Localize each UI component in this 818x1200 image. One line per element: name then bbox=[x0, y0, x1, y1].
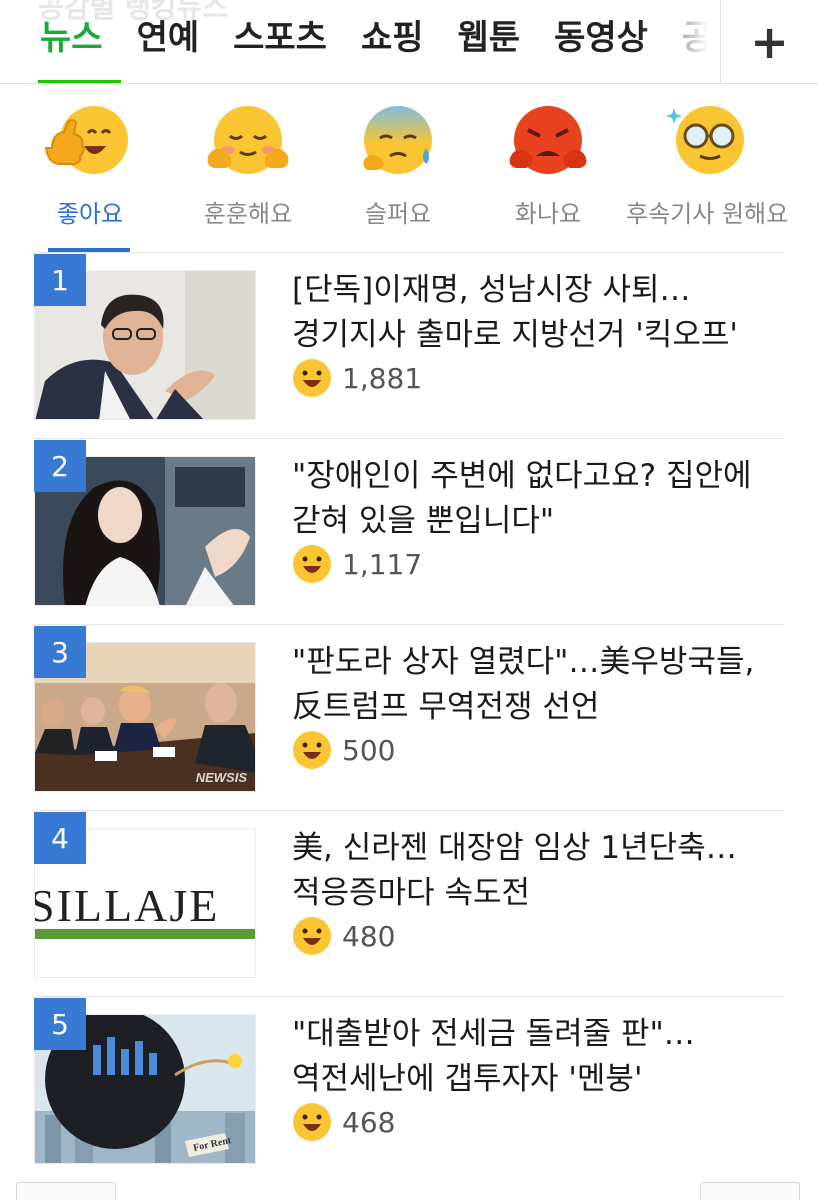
reaction-count: 1,117 bbox=[342, 547, 423, 581]
tab-webtoon[interactable]: 웹툰 bbox=[458, 0, 521, 83]
reaction-label: 화나요 bbox=[514, 200, 582, 228]
reaction-follow-up[interactable]: 후속기사 원해요 bbox=[626, 88, 789, 229]
rank-badge: 4 bbox=[34, 812, 86, 864]
article-title[interactable]: [단독]이재명, 성남시장 사퇴…경기지사 출마로 지방선거 '킥오프' bbox=[292, 268, 784, 358]
article-item-2[interactable]: 2 "장애인이 주변에 없다고요? 집안에 갇혀 있을 뿐입니다" 1,117 bbox=[34, 440, 784, 626]
reaction-like[interactable]: 좋아요 bbox=[10, 88, 170, 229]
reaction-count: 500 bbox=[342, 733, 396, 767]
section-divider bbox=[34, 252, 784, 253]
reaction-label: 좋아요 bbox=[56, 200, 124, 228]
reaction-count: 480 bbox=[342, 919, 396, 953]
article-item-3[interactable]: NEWSIS 3 "판도라 상자 열렸다"…美우방국들,反트럼프 무역전쟁 선언… bbox=[34, 626, 784, 812]
reaction-label: 훈훈해요 bbox=[203, 200, 293, 228]
reaction-filter: 좋아요 훈훈해요 슬퍼요 화나요 후속기사 원해요 bbox=[0, 88, 818, 254]
reaction-count-row: 500 bbox=[292, 730, 395, 770]
tab-shopping[interactable]: 쇼핑 bbox=[361, 0, 424, 83]
like-smiley-icon bbox=[293, 545, 331, 583]
reaction-sad[interactable]: 슬퍼요 bbox=[318, 88, 478, 229]
add-tab-button[interactable]: + bbox=[720, 0, 818, 83]
photo-watermark: NEWSIS bbox=[195, 770, 247, 785]
list-divider bbox=[34, 996, 784, 997]
reaction-warm[interactable]: 훈훈해요 bbox=[168, 88, 328, 229]
list-divider bbox=[34, 624, 784, 625]
sad-smiley-icon bbox=[363, 106, 432, 174]
article-title[interactable]: "대출받아 전세금 돌려줄 판"… 역전세난에 갭투자자 '멘붕' bbox=[292, 1012, 784, 1102]
glasses-smiley-icon bbox=[666, 106, 744, 174]
company-logo-text: SILLAJE bbox=[34, 880, 220, 931]
tab-entertainment[interactable]: 연예 bbox=[137, 0, 200, 83]
plus-icon: + bbox=[750, 15, 789, 69]
reaction-label: 슬퍼요 bbox=[364, 200, 432, 228]
reaction-count-row: 468 bbox=[292, 1102, 395, 1142]
tab-fade-overlay bbox=[640, 0, 720, 83]
list-divider bbox=[34, 438, 784, 439]
reaction-label: 후속기사 원해요 bbox=[626, 200, 789, 228]
rank-badge: 5 bbox=[34, 998, 86, 1050]
tabs-scroll: 뉴스 연예 스포츠 쇼핑 웹툰 동영상 공연 bbox=[0, 0, 720, 83]
article-title[interactable]: "판도라 상자 열렸다"…美우방국들,反트럼프 무역전쟁 선언 bbox=[292, 640, 784, 730]
like-smiley-icon bbox=[293, 917, 331, 955]
article-title[interactable]: "장애인이 주변에 없다고요? 집안에 갇혀 있을 뿐입니다" bbox=[292, 454, 784, 544]
article-item-1[interactable]: 1 [단독]이재명, 성남시장 사퇴…경기지사 출마로 지방선거 '킥오프' 1… bbox=[34, 254, 784, 440]
rank-badge: 1 bbox=[34, 254, 86, 306]
like-smiley-icon bbox=[293, 1103, 331, 1141]
warm-smiley-icon bbox=[207, 106, 289, 174]
tab-sports[interactable]: 스포츠 bbox=[233, 0, 327, 83]
rank-badge: 2 bbox=[34, 440, 86, 492]
next-page-button[interactable] bbox=[700, 1182, 800, 1200]
reaction-angry[interactable]: 화나요 bbox=[468, 88, 628, 229]
rank-badge: 3 bbox=[34, 626, 86, 678]
like-smiley-icon bbox=[293, 359, 331, 397]
tab-news[interactable]: 뉴스 bbox=[38, 0, 121, 83]
article-title[interactable]: 美, 신라젠 대장암 임상 1년단축… 적응증마다 속도전 bbox=[292, 826, 784, 916]
reaction-count: 1,881 bbox=[342, 361, 423, 395]
prev-page-button[interactable] bbox=[16, 1182, 116, 1200]
reaction-count-row: 1,117 bbox=[292, 544, 422, 584]
like-smiley-icon bbox=[293, 731, 331, 769]
list-divider bbox=[34, 810, 784, 811]
thumbs-up-smiley-icon bbox=[44, 106, 128, 174]
reaction-count: 468 bbox=[342, 1105, 396, 1139]
article-item-5[interactable]: For Rent 5 "대출받아 전세금 돌려줄 판"… 역전세난에 갭투자자 … bbox=[34, 998, 784, 1184]
angry-smiley-icon bbox=[509, 106, 587, 174]
logo-stripe bbox=[35, 929, 255, 939]
reaction-count-row: 1,881 bbox=[292, 358, 422, 398]
reaction-count-row: 480 bbox=[292, 916, 395, 956]
tab-video[interactable]: 동영상 bbox=[554, 0, 648, 83]
category-tab-bar: 공감별 랭킹뉴스 뉴스 연예 스포츠 쇼핑 웹툰 동영상 공연 + bbox=[0, 0, 818, 84]
article-item-4[interactable]: SILLAJE 4 美, 신라젠 대장암 임상 1년단축… 적응증마다 속도전 … bbox=[34, 812, 784, 998]
